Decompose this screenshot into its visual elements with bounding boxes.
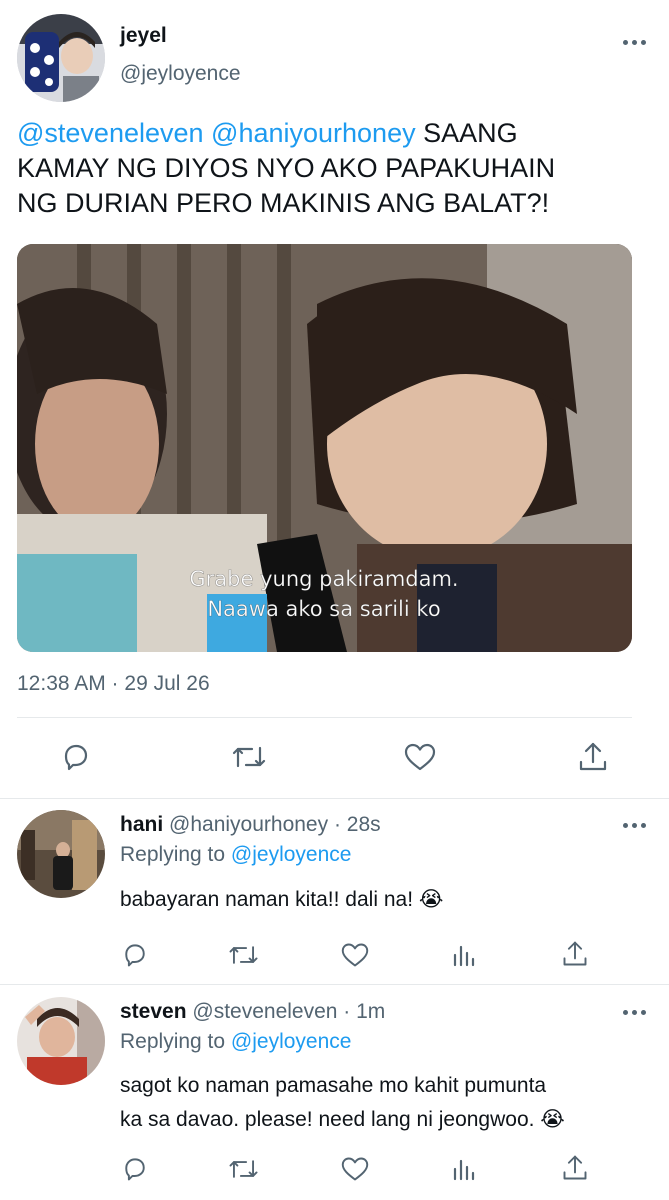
reply-header: hani @haniyourhoney · 28s bbox=[120, 813, 381, 837]
handle[interactable]: @jeyloyence bbox=[120, 62, 241, 86]
like-icon[interactable] bbox=[403, 741, 437, 778]
tweet-text: @steveneleven @haniyourhoney SAANG KAMAY… bbox=[17, 118, 556, 218]
replying-to: Replying to @jeyloyence bbox=[120, 843, 352, 866]
handle-time[interactable]: @steveneleven · 1m bbox=[192, 1000, 385, 1023]
avatar[interactable] bbox=[17, 14, 105, 102]
share-icon[interactable] bbox=[561, 1153, 589, 1188]
analytics-icon[interactable] bbox=[451, 1155, 477, 1188]
reply-header: steven @steveneleven · 1m bbox=[120, 1000, 385, 1024]
mention-link[interactable]: @jeyloyence bbox=[231, 1030, 352, 1053]
more-options-icon[interactable] bbox=[623, 823, 646, 828]
reply-icon[interactable] bbox=[60, 741, 92, 778]
display-name[interactable]: jeyel bbox=[120, 24, 167, 48]
avatar[interactable] bbox=[17, 810, 105, 898]
like-icon[interactable] bbox=[340, 1155, 370, 1188]
divider bbox=[0, 984, 669, 985]
reply-text: babayaran naman kita!! dali na! 😭 bbox=[120, 888, 444, 911]
mention-link[interactable]: @jeyloyence bbox=[231, 843, 352, 866]
reply-text: sagot ko naman pamasahe mo kahit pumunta… bbox=[120, 1074, 565, 1131]
divider bbox=[0, 798, 669, 799]
share-icon[interactable] bbox=[577, 740, 609, 779]
retweet-icon[interactable] bbox=[230, 741, 268, 778]
handle-time[interactable]: @haniyourhoney · 28s bbox=[169, 813, 381, 836]
divider bbox=[17, 717, 632, 718]
share-icon[interactable] bbox=[561, 939, 589, 974]
more-options-icon[interactable] bbox=[623, 1010, 646, 1015]
replying-to: Replying to @jeyloyence bbox=[120, 1030, 352, 1053]
mention-link[interactable]: @steveneleven bbox=[17, 118, 204, 148]
tweet-media[interactable]: Grabe yung pakiramdam. Naawa ako sa sari… bbox=[17, 244, 632, 652]
avatar[interactable] bbox=[17, 997, 105, 1085]
like-icon[interactable] bbox=[340, 941, 370, 974]
media-caption: Naawa ako sa sarili ko bbox=[207, 597, 440, 621]
retweet-icon[interactable] bbox=[227, 941, 260, 974]
display-name[interactable]: hani bbox=[120, 813, 163, 836]
reply-icon[interactable] bbox=[121, 1155, 149, 1188]
display-name[interactable]: steven bbox=[120, 1000, 187, 1023]
reply-icon[interactable] bbox=[121, 941, 149, 974]
analytics-icon[interactable] bbox=[451, 941, 477, 974]
retweet-icon[interactable] bbox=[227, 1155, 260, 1188]
timestamp[interactable]: 12:38 AM · 29 Jul 26 bbox=[17, 672, 210, 696]
mention-link[interactable]: @haniyourhoney bbox=[211, 118, 416, 148]
media-caption: Grabe yung pakiramdam. bbox=[189, 567, 458, 591]
more-options-icon[interactable] bbox=[623, 40, 646, 45]
video-still: Grabe yung pakiramdam. Naawa ako sa sari… bbox=[17, 244, 632, 652]
